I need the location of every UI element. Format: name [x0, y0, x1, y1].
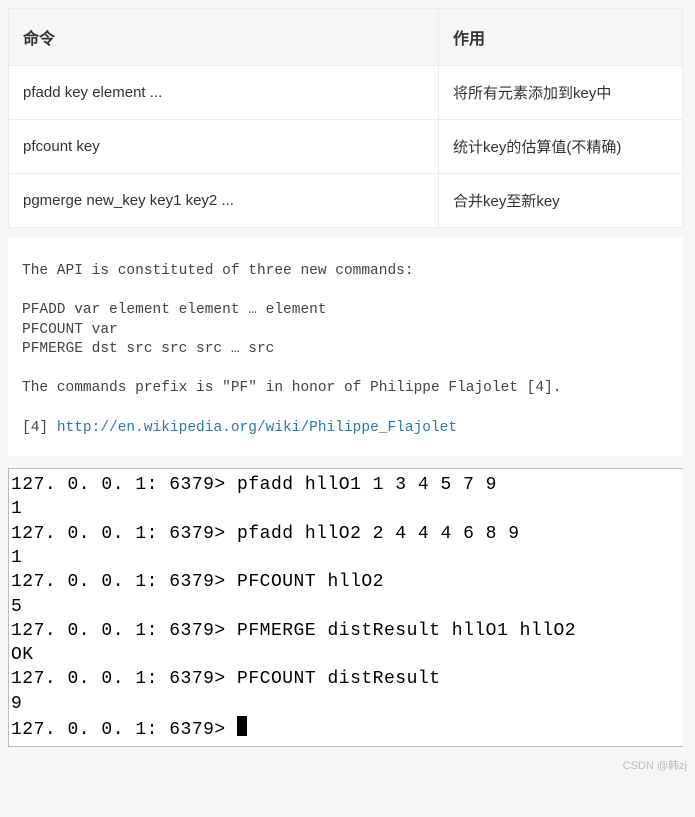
cell-command: pgmerge new_key key1 key2 ... — [9, 174, 439, 228]
terminal-result: 1 — [11, 548, 22, 568]
terminal-line: 127. 0. 0. 1: 6379> PFCOUNT hllO2 — [11, 570, 683, 594]
terminal-result: 1 — [11, 499, 22, 519]
api-note: The commands prefix is "PF" in honor of … — [22, 380, 562, 396]
terminal-line: 1 — [11, 497, 683, 521]
command-table: 命令 作用 pfadd key element ... 将所有元素添加到key中… — [8, 8, 683, 228]
api-line: PFMERGE dst src src src … src — [22, 341, 274, 357]
terminal-line: 127. 0. 0. 1: 6379> PFMERGE distResult h… — [11, 619, 683, 643]
terminal-line: 127. 0. 0. 1: 6379> PFCOUNT distResult — [11, 667, 683, 691]
cell-description: 将所有元素添加到key中 — [439, 66, 683, 120]
terminal-line: 1 — [11, 546, 683, 570]
terminal-line: OK — [11, 643, 683, 667]
table-row: pgmerge new_key key1 key2 ... 合并key至新key — [9, 174, 683, 228]
header-command: 命令 — [9, 9, 439, 66]
terminal-command: pfadd hllO1 1 3 4 5 7 9 — [237, 475, 497, 495]
cell-description: 合并key至新key — [439, 174, 683, 228]
cell-command: pfcount key — [9, 120, 439, 174]
prompt: 127. 0. 0. 1: 6379> — [11, 621, 237, 641]
prompt: 127. 0. 0. 1: 6379> — [11, 475, 237, 495]
terminal-result: 9 — [11, 694, 22, 714]
api-ref-link[interactable]: http://en.wikipedia.org/wiki/Philippe_Fl… — [57, 420, 457, 436]
prompt: 127. 0. 0. 1: 6379> — [11, 669, 237, 689]
prompt: 127. 0. 0. 1: 6379> — [11, 720, 237, 740]
terminal-command: PFCOUNT distResult — [237, 669, 440, 689]
api-line: PFADD var element element … element — [22, 302, 327, 318]
cursor-icon — [237, 716, 247, 736]
prompt: 127. 0. 0. 1: 6379> — [11, 572, 237, 592]
api-line: PFCOUNT var — [22, 322, 118, 338]
terminal-line: 9 — [11, 692, 683, 716]
terminal-command: PFCOUNT hllO2 — [237, 572, 384, 592]
terminal-output: 127. 0. 0. 1: 6379> pfadd hllO1 1 3 4 5 … — [8, 468, 683, 747]
terminal-command: pfadd hllO2 2 4 4 4 6 8 9 — [237, 524, 520, 544]
terminal-line: 5 — [11, 595, 683, 619]
table-header-row: 命令 作用 — [9, 9, 683, 66]
cell-description: 统计key的估算值(不精确) — [439, 120, 683, 174]
terminal-command: PFMERGE distResult hllO1 hllO2 — [237, 621, 576, 641]
terminal-result: OK — [11, 645, 34, 665]
terminal-line: 127. 0. 0. 1: 6379> — [11, 716, 683, 742]
api-intro: The API is constituted of three new comm… — [22, 263, 414, 279]
terminal-line: 127. 0. 0. 1: 6379> pfadd hllO2 2 4 4 4 … — [11, 522, 683, 546]
header-description: 作用 — [439, 9, 683, 66]
prompt: 127. 0. 0. 1: 6379> — [11, 524, 237, 544]
api-description-block: The API is constituted of three new comm… — [8, 238, 683, 456]
watermark: CSDN @韩zj — [0, 755, 695, 777]
table-row: pfadd key element ... 将所有元素添加到key中 — [9, 66, 683, 120]
cell-command: pfadd key element ... — [9, 66, 439, 120]
api-ref-label: [4] — [22, 420, 57, 436]
terminal-line: 127. 0. 0. 1: 6379> pfadd hllO1 1 3 4 5 … — [11, 473, 683, 497]
table-row: pfcount key 统计key的估算值(不精确) — [9, 120, 683, 174]
terminal-result: 5 — [11, 597, 22, 617]
